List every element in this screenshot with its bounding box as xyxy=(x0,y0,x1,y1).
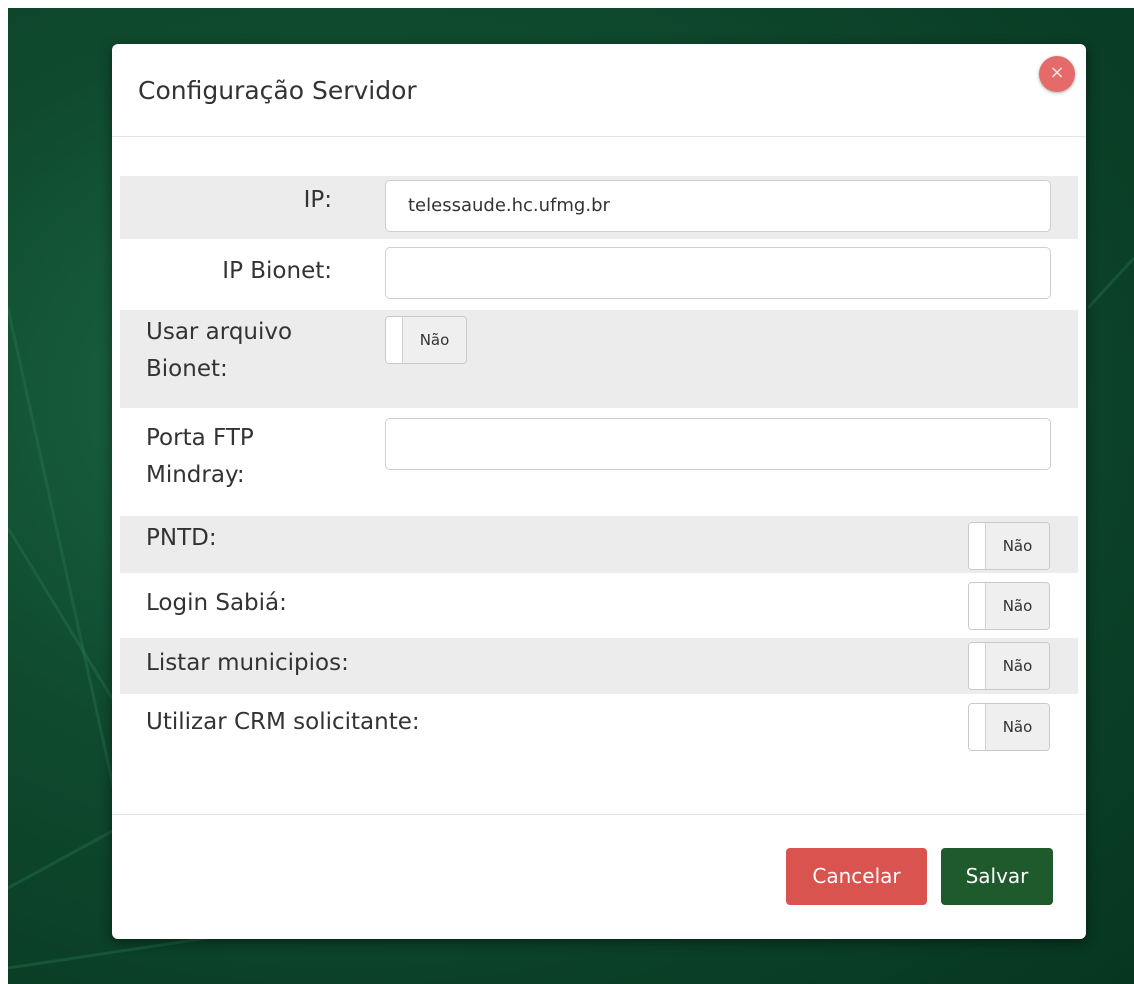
toggle-state: Não xyxy=(403,317,466,363)
ip-label: IP: xyxy=(303,187,332,213)
listar-municipios-toggle[interactable]: Não xyxy=(968,642,1050,690)
porta-ftp-mindray-label: Porta FTP Mindray: xyxy=(146,422,346,491)
toggle-state: Não xyxy=(986,583,1049,629)
toggle-state: Não xyxy=(986,643,1049,689)
cancel-button[interactable]: Cancelar xyxy=(786,848,927,905)
row-ip: IP: telessaude.hc.ufmg.br xyxy=(120,176,1078,239)
porta-ftp-mindray-input[interactable] xyxy=(385,418,1051,470)
row-utilizar-crm: Utilizar CRM solicitante: Não xyxy=(120,694,1078,760)
row-porta-ftp-mindray: Porta FTP Mindray: xyxy=(120,408,1078,516)
close-button[interactable]: × xyxy=(1039,56,1075,92)
toggle-knob xyxy=(969,704,986,750)
ip-input[interactable]: telessaude.hc.ufmg.br xyxy=(385,180,1051,232)
ip-bionet-input[interactable] xyxy=(385,247,1051,299)
usar-arquivo-bionet-label-line1: Usar arquivo xyxy=(146,319,293,345)
login-sabia-toggle[interactable]: Não xyxy=(968,582,1050,630)
toggle-knob xyxy=(969,583,986,629)
row-ip-bionet: IP Bionet: xyxy=(120,239,1078,310)
pntd-label: PNTD: xyxy=(146,525,217,551)
utilizar-crm-toggle[interactable]: Não xyxy=(968,703,1050,751)
toggle-state: Não xyxy=(986,523,1049,569)
ip-bionet-label: IP Bionet: xyxy=(222,258,332,284)
modal-header: Configuração Servidor xyxy=(112,44,1086,137)
toggle-state: Não xyxy=(986,704,1049,750)
row-pntd: PNTD: Não xyxy=(120,516,1078,573)
row-listar-municipios: Listar municipios: Não xyxy=(120,638,1078,694)
usar-arquivo-bionet-label: Usar arquivo Bionet: xyxy=(146,316,346,385)
usar-arquivo-bionet-toggle[interactable]: Não xyxy=(385,316,467,364)
server-config-modal: Configuração Servidor × IP: telessaude.h… xyxy=(112,44,1086,939)
toggle-knob xyxy=(969,523,986,569)
toggle-knob xyxy=(969,643,986,689)
pntd-toggle[interactable]: Não xyxy=(968,522,1050,570)
modal-footer: Cancelar Salvar xyxy=(112,814,1086,940)
listar-municipios-label: Listar municipios: xyxy=(146,650,349,676)
porta-ftp-mindray-label-line1: Porta FTP xyxy=(146,425,254,451)
porta-ftp-mindray-label-line2: Mindray: xyxy=(146,462,245,488)
close-icon: × xyxy=(1049,62,1065,83)
login-sabia-label: Login Sabiá: xyxy=(146,590,287,616)
row-login-sabia: Login Sabiá: Não xyxy=(120,573,1078,638)
save-button[interactable]: Salvar xyxy=(941,848,1053,905)
usar-arquivo-bionet-label-line2: Bionet: xyxy=(146,356,228,382)
row-usar-arquivo-bionet: Usar arquivo Bionet: Não xyxy=(120,310,1078,408)
toggle-knob xyxy=(386,317,403,363)
modal-title: Configuração Servidor xyxy=(138,76,417,105)
utilizar-crm-label: Utilizar CRM solicitante: xyxy=(146,709,420,735)
